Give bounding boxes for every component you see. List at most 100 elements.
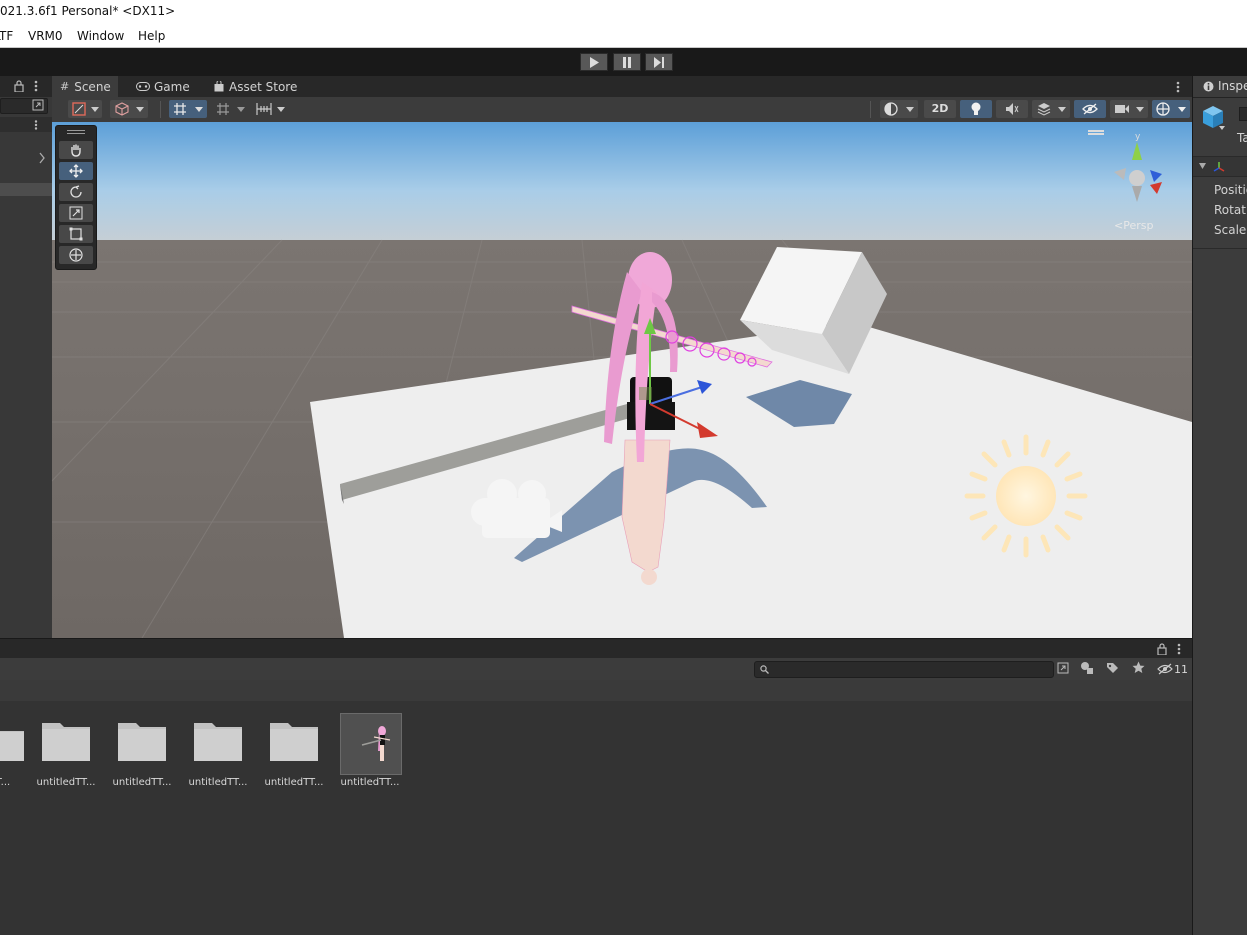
lightbulb-icon (971, 102, 981, 115)
scene-viewport[interactable]: y <Persp (52, 122, 1192, 638)
rect-tool-button[interactable] (59, 225, 93, 243)
rotate-tool-button[interactable] (59, 183, 93, 201)
snap-increment-dropdown[interactable] (213, 100, 249, 118)
object-name-prefix: Ta (1237, 131, 1247, 145)
gizmos-dropdown[interactable] (1152, 100, 1190, 118)
expand-search-icon[interactable] (1057, 662, 1069, 674)
label-tag-icon[interactable] (1106, 662, 1119, 674)
tab-scene[interactable]: # Scene (52, 76, 118, 97)
menu-item-vrm0[interactable]: VRM0 (28, 29, 63, 43)
eye-hidden-icon (1082, 103, 1098, 115)
play-icon (590, 56, 599, 68)
asset-prefab-5[interactable] (339, 713, 403, 779)
chevron-down-icon (277, 107, 285, 112)
asset-label-5: untitledTT... (340, 777, 400, 788)
chevron-down-icon (1178, 107, 1186, 112)
lighting-mode-dropdown[interactable] (880, 100, 918, 118)
project-assets-area (0, 701, 1192, 935)
hierarchy-scene-row[interactable] (0, 117, 52, 132)
grid-snap-icon (217, 103, 229, 115)
scene-visibility-toggle[interactable] (1074, 100, 1106, 118)
folder-icon (42, 723, 90, 761)
menu-bar: LTF VRM0 Window Help (0, 27, 1247, 48)
toggle-2d-button[interactable]: 2D (924, 100, 956, 118)
search-icon (760, 665, 769, 674)
menu-item-gltf[interactable]: LTF (0, 29, 13, 43)
tab-game[interactable]: Game (136, 76, 190, 97)
asset-label-3: untitledTT... (188, 777, 248, 788)
tools-overlay (55, 125, 97, 270)
chevron-down-icon (1199, 163, 1206, 169)
tab-asset-store[interactable]: Asset Store (214, 76, 297, 97)
step-button[interactable] (645, 53, 673, 71)
scale-tool-button[interactable] (59, 204, 93, 222)
project-search-input[interactable] (754, 661, 1054, 678)
menu-item-help[interactable]: Help (138, 29, 165, 43)
asset-folder-0[interactable] (0, 713, 32, 781)
chevron-down-icon (1136, 107, 1144, 112)
camera-settings-dropdown[interactable] (1110, 100, 1148, 118)
scene-toolbar: 2D (52, 97, 1192, 123)
asset-folder-3[interactable] (186, 713, 250, 781)
expand-search-icon[interactable] (32, 99, 44, 111)
window-title: 021.3.6f1 Personal* <DX11> (0, 4, 176, 18)
gamepad-icon (136, 82, 150, 91)
asset-folder-2[interactable] (110, 713, 174, 781)
lock-icon[interactable] (1157, 643, 1167, 655)
chevron-down-icon (136, 107, 144, 112)
move-tool-button[interactable] (59, 162, 93, 180)
menu-item-window[interactable]: Window (77, 29, 124, 43)
favorite-star-icon[interactable] (1132, 661, 1145, 674)
effects-dropdown[interactable] (1032, 100, 1070, 118)
hierarchy-header (0, 76, 52, 97)
audio-toggle-button[interactable] (996, 100, 1028, 118)
folder-icon (194, 723, 242, 761)
lighting-toggle-button[interactable] (960, 100, 992, 118)
kebab-menu-icon[interactable] (1177, 643, 1181, 655)
kebab-menu-icon[interactable] (34, 80, 38, 92)
component-divider (1193, 248, 1247, 249)
hidden-packages-toggle[interactable]: 11 (1157, 660, 1191, 678)
rotate-icon (70, 185, 82, 198)
draw-mode-dropdown[interactable] (68, 100, 102, 118)
transform-tool-button[interactable] (59, 246, 93, 264)
inspector-tab[interactable]: Inspe (1193, 76, 1247, 98)
scale-label: Scale (1214, 223, 1247, 237)
folder-icon (118, 723, 166, 761)
hierarchy-selected-row[interactable] (0, 183, 52, 196)
kebab-menu-icon[interactable] (1176, 81, 1180, 93)
tab-scene-label: Scene (74, 79, 111, 94)
chevron-down-icon (195, 107, 203, 112)
shopping-bag-icon (214, 81, 224, 92)
asset-folder-4[interactable] (262, 713, 326, 781)
chevron-down-icon[interactable] (1219, 126, 1225, 130)
hidden-count: 11 (1174, 662, 1188, 676)
tab-asset-store-label: Asset Store (229, 79, 298, 94)
gizmo-y-label: y (1135, 132, 1141, 142)
scene-render[interactable]: y <Persp (52, 122, 1192, 638)
lock-icon[interactable] (14, 80, 24, 92)
search-by-type-icon[interactable] (1080, 661, 1094, 675)
pause-button[interactable] (613, 53, 641, 71)
directional-light-icon[interactable] (964, 434, 1088, 558)
persp-label[interactable]: <Persp (1114, 219, 1153, 232)
transform-component-header[interactable] (1193, 156, 1247, 177)
increment-snap-dropdown[interactable] (253, 100, 291, 118)
tab-game-label: Game (154, 79, 190, 94)
hierarchy-panel (0, 76, 53, 638)
asset-folder-1[interactable] (34, 713, 98, 781)
audio-mute-icon (1006, 103, 1019, 115)
toolbar-divider (870, 101, 871, 118)
hand-tool-button[interactable] (59, 141, 93, 159)
kebab-menu-icon[interactable] (34, 120, 38, 130)
project-panel-header (0, 638, 1192, 659)
grid-toggle-button[interactable] (169, 100, 207, 118)
chevron-down-icon (237, 107, 245, 112)
transform-icon (69, 248, 83, 262)
play-button[interactable] (580, 53, 608, 71)
render-mode-dropdown[interactable] (110, 100, 148, 118)
chevron-right-icon[interactable] (38, 152, 46, 164)
overlay-grip[interactable] (67, 130, 85, 131)
active-checkbox[interactable] (1239, 107, 1247, 121)
folder-icon (0, 731, 24, 761)
